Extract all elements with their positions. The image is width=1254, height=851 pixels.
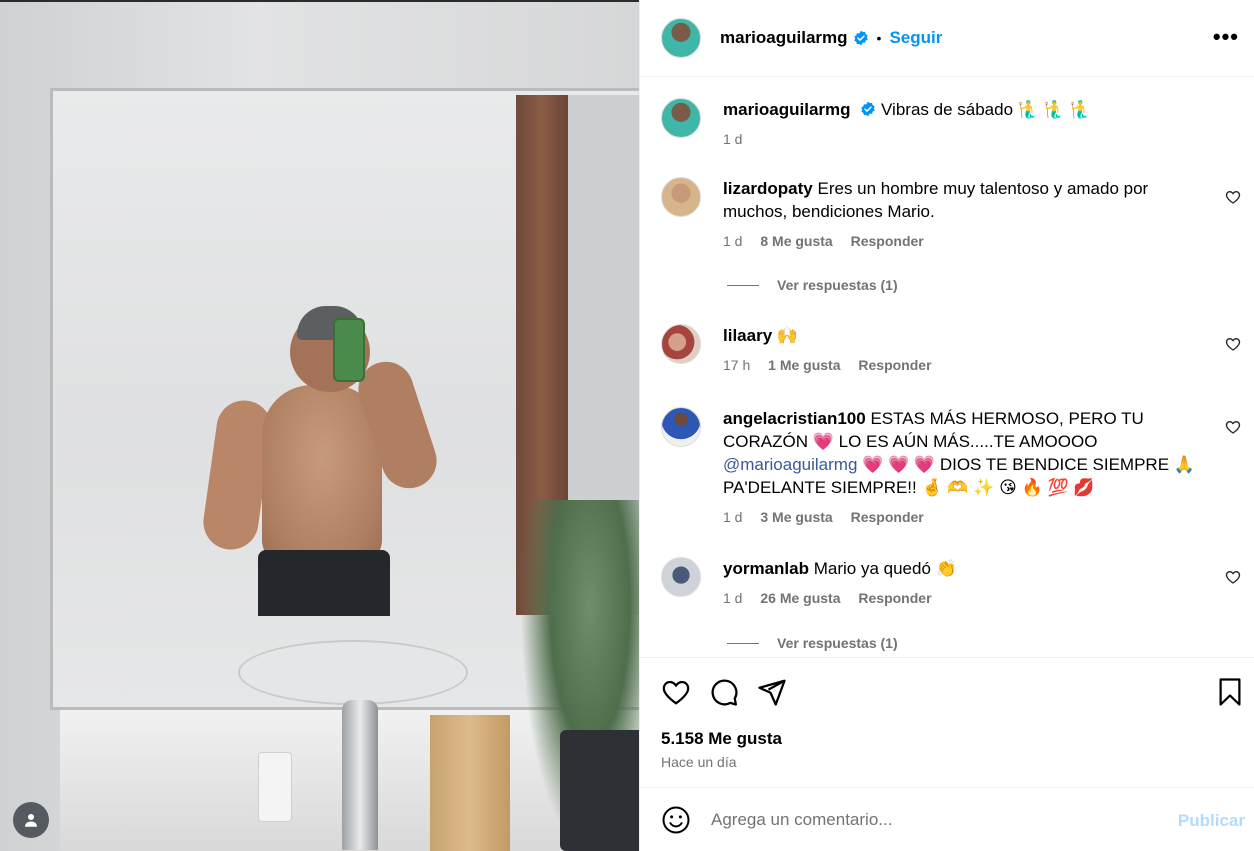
comment-mention-link[interactable]: @marioaguilarmg — [723, 455, 857, 474]
comments-list[interactable]: marioaguilarmg Vibras de sábado 🧜‍♂️ 🧜‍♂… — [640, 78, 1254, 657]
comment-time[interactable]: 1 d — [723, 233, 742, 249]
comment-time[interactable]: 1 d — [723, 509, 742, 525]
verified-badge-icon — [861, 101, 875, 117]
comment-meta: 1 d 26 Me gusta Responder — [723, 587, 1209, 610]
like-heart-icon[interactable] — [661, 677, 691, 707]
post-timestamp: Hace un día — [661, 754, 737, 770]
post-header: marioaguilarmg • Seguir ••• — [640, 0, 1254, 77]
likes-count[interactable]: 5.158 Me gusta — [661, 729, 782, 749]
view-replies-button[interactable]: Ver respuestas (1) — [727, 635, 898, 651]
photo-sink — [238, 640, 468, 705]
photo-product-tube — [258, 752, 292, 822]
comment-likes[interactable]: 26 Me gusta — [760, 590, 840, 606]
caption-meta: 1 d — [723, 128, 1209, 151]
photo-faucet — [342, 700, 378, 850]
tagged-users-button[interactable] — [13, 802, 49, 838]
add-comment-bar: Publicar — [640, 787, 1254, 851]
action-icons — [661, 677, 787, 707]
comment-avatar[interactable] — [661, 557, 701, 597]
user-avatar-icon — [25, 814, 37, 827]
comment-time[interactable]: 17 h — [723, 357, 750, 373]
view-replies-label[interactable]: Ver respuestas (1) — [777, 635, 898, 651]
comment-likes[interactable]: 1 Me gusta — [768, 357, 840, 373]
comment-reply-button[interactable]: Responder — [851, 509, 924, 525]
caption-body: marioaguilarmg Vibras de sábado 🧜‍♂️ 🧜‍♂… — [723, 98, 1209, 151]
comment-like-heart-icon[interactable] — [1225, 189, 1241, 205]
caption-text: Vibras de sábado 🧜‍♂️ 🧜‍♂️ 🧜‍♂️ — [881, 100, 1091, 119]
comment-body: lizardopaty Eres un hombre muy talentoso… — [723, 177, 1209, 253]
comment-likes[interactable]: 3 Me gusta — [760, 509, 832, 525]
comment-body: lilaary 🙌 17 h 1 Me gusta Responder — [723, 324, 1209, 377]
photo-soap-dispenser — [430, 715, 510, 851]
comment-body: angelacristian100 ESTAS MÁS HERMOSO, PER… — [723, 407, 1209, 529]
comment-input[interactable] — [711, 809, 1171, 830]
comment-meta: 1 d 8 Me gusta Responder — [723, 230, 1209, 253]
replies-line — [727, 642, 759, 644]
caption-username[interactable]: marioaguilarmg — [723, 100, 851, 119]
comment-reply-button[interactable]: Responder — [851, 233, 924, 249]
comment-like-heart-icon[interactable] — [1225, 336, 1241, 352]
comment-avatar[interactable] — [661, 324, 701, 364]
comment-meta: 17 h 1 Me gusta Responder — [723, 354, 1209, 377]
comment-text: 🙌 — [776, 326, 799, 345]
emoji-icon[interactable] — [661, 805, 691, 835]
comment-reply-button[interactable]: Responder — [858, 357, 931, 373]
comment-avatar[interactable] — [661, 407, 701, 447]
comment-meta: 1 d 3 Me gusta Responder — [723, 506, 1209, 529]
bookmark-icon[interactable] — [1215, 677, 1245, 707]
replies-line — [727, 284, 759, 286]
comment-username[interactable]: lizardopaty — [723, 179, 813, 198]
post-actions: 5.158 Me gusta Hace un día — [640, 657, 1254, 787]
caption-avatar[interactable] — [661, 98, 701, 138]
share-icon[interactable] — [757, 677, 787, 707]
publish-button[interactable]: Publicar — [1178, 811, 1245, 831]
photo-phone — [333, 318, 365, 382]
comment-username[interactable]: angelacristian100 — [723, 409, 866, 428]
comment-like-heart-icon[interactable] — [1225, 419, 1241, 435]
comment-like-heart-icon[interactable] — [1225, 569, 1241, 585]
follow-button[interactable]: Seguir — [889, 28, 942, 48]
photo-plant-pot — [560, 730, 639, 851]
view-replies-button[interactable]: Ver respuestas (1) — [727, 277, 898, 293]
verified-badge-icon — [853, 30, 868, 46]
comment-body: yormanlab Mario ya quedó 👏 1 d 26 Me gus… — [723, 557, 1209, 610]
comment-text: Mario ya quedó 👏 — [813, 559, 957, 578]
photo-person-shorts — [258, 550, 390, 616]
post-details-panel: marioaguilarmg • Seguir ••• marioaguilar… — [639, 0, 1254, 851]
more-options-icon[interactable]: ••• — [1213, 26, 1239, 48]
comment-reply-button[interactable]: Responder — [858, 590, 931, 606]
comment-username[interactable]: lilaary — [723, 326, 772, 345]
comment-username[interactable]: yormanlab — [723, 559, 809, 578]
author-username[interactable]: marioaguilarmg — [720, 28, 848, 48]
comment-time[interactable]: 1 d — [723, 590, 742, 606]
view-replies-label[interactable]: Ver respuestas (1) — [777, 277, 898, 293]
header-separator: • — [876, 30, 882, 46]
post-photo[interactable] — [0, 0, 639, 851]
comment-likes[interactable]: 8 Me gusta — [760, 233, 832, 249]
author-avatar[interactable] — [661, 18, 701, 58]
comment-avatar[interactable] — [661, 177, 701, 217]
caption-time[interactable]: 1 d — [723, 131, 742, 147]
comment-icon[interactable] — [709, 677, 739, 707]
